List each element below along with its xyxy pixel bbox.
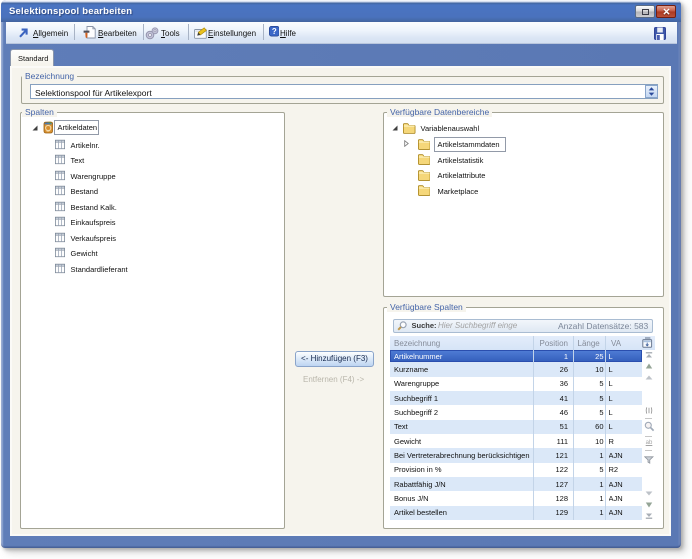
svg-text:?: ?: [271, 27, 276, 36]
